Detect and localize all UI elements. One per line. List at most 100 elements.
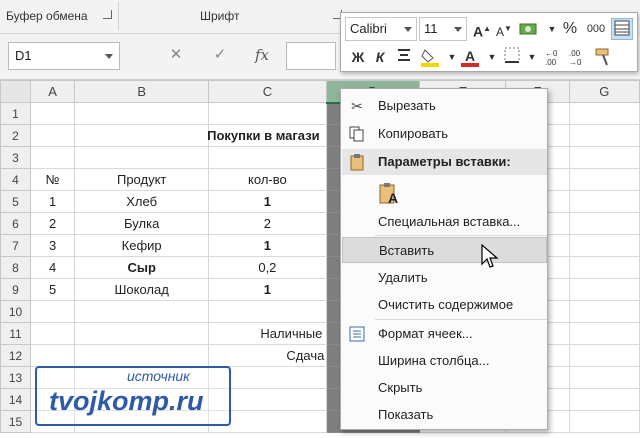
row-header[interactable]: 7 bbox=[0, 234, 31, 257]
cell[interactable] bbox=[568, 366, 640, 389]
clipboard-dialog-launcher-icon[interactable] bbox=[103, 10, 112, 19]
column-header-c[interactable]: C bbox=[208, 80, 327, 103]
cell[interactable]: Сдача bbox=[208, 344, 327, 367]
item-num[interactable]: 2 bbox=[29, 212, 76, 235]
check-icon[interactable]: ✓ bbox=[208, 44, 232, 66]
cell[interactable] bbox=[74, 322, 210, 345]
cell[interactable] bbox=[74, 124, 210, 147]
menu-item-hide[interactable]: Скрыть bbox=[342, 375, 547, 401]
cell[interactable] bbox=[74, 344, 210, 367]
cell[interactable]: Наличные bbox=[208, 322, 327, 345]
row-header[interactable]: 12 bbox=[0, 344, 31, 367]
format-painter-button[interactable] bbox=[593, 46, 615, 68]
row-header[interactable]: 2 bbox=[0, 124, 31, 147]
shrink-font-button[interactable]: A▼ bbox=[493, 18, 515, 40]
paste-option-button[interactable]: A bbox=[375, 177, 405, 209]
cell[interactable] bbox=[74, 102, 210, 125]
item-product[interactable]: Сыр bbox=[74, 256, 210, 279]
item-qty[interactable]: 1 bbox=[208, 190, 327, 213]
row-header[interactable]: 3 bbox=[0, 146, 31, 169]
cell[interactable] bbox=[29, 322, 76, 345]
cell[interactable] bbox=[568, 212, 640, 235]
percent-style-button[interactable]: % bbox=[559, 18, 581, 40]
menu-item-unhide[interactable]: Показать bbox=[342, 402, 547, 428]
column-header-b[interactable]: B bbox=[74, 80, 210, 103]
cell[interactable] bbox=[568, 256, 640, 279]
accounting-format-button[interactable] bbox=[517, 18, 539, 40]
cell[interactable] bbox=[568, 146, 640, 169]
cell[interactable] bbox=[568, 322, 640, 345]
item-num[interactable]: 3 bbox=[29, 234, 76, 257]
menu-item-paste-special[interactable]: Специальная вставка... bbox=[342, 209, 547, 235]
menu-item-format-cells[interactable]: Формат ячеек... bbox=[342, 321, 547, 347]
grow-font-button[interactable]: A▲ bbox=[471, 18, 493, 40]
item-product[interactable]: Шоколад bbox=[74, 278, 210, 301]
cell[interactable] bbox=[29, 124, 76, 147]
formula-input[interactable] bbox=[286, 42, 336, 70]
row-header[interactable]: 8 bbox=[0, 256, 31, 279]
menu-item-delete[interactable]: Удалить bbox=[342, 265, 547, 291]
cell[interactable] bbox=[568, 388, 640, 411]
header-qty[interactable]: кол-во bbox=[208, 168, 327, 191]
column-header-g[interactable]: G bbox=[568, 80, 640, 103]
font-name-select[interactable]: Calibri bbox=[345, 17, 417, 41]
cell[interactable] bbox=[208, 300, 327, 323]
row-header[interactable]: 6 bbox=[0, 212, 31, 235]
fill-color-button[interactable] bbox=[419, 46, 441, 68]
item-qty[interactable]: 1 bbox=[208, 278, 327, 301]
cell[interactable] bbox=[568, 190, 640, 213]
row-header[interactable]: 11 bbox=[0, 322, 31, 345]
item-num[interactable]: 1 bbox=[29, 190, 76, 213]
cell[interactable] bbox=[568, 124, 640, 147]
item-qty[interactable]: 0,2 bbox=[208, 256, 327, 279]
cell[interactable] bbox=[568, 278, 640, 301]
cell[interactable] bbox=[29, 102, 76, 125]
column-header-a[interactable]: A bbox=[29, 80, 76, 103]
menu-item-column-width[interactable]: Ширина столбца... bbox=[342, 348, 547, 374]
close-icon[interactable]: ✕ bbox=[164, 44, 188, 66]
select-all-corner[interactable] bbox=[0, 80, 31, 103]
cell[interactable] bbox=[568, 234, 640, 257]
row-header[interactable]: 4 bbox=[0, 168, 31, 191]
item-product[interactable]: Хлеб bbox=[74, 190, 210, 213]
chevron-down-icon[interactable] bbox=[404, 27, 412, 32]
cell[interactable] bbox=[568, 410, 640, 433]
cell[interactable] bbox=[74, 146, 210, 169]
cell[interactable] bbox=[568, 168, 640, 191]
name-box[interactable]: D1 bbox=[8, 42, 120, 70]
cell[interactable] bbox=[29, 344, 76, 367]
row-header[interactable]: 13 bbox=[0, 366, 31, 389]
decrease-decimal-button[interactable]: .00 →0 bbox=[567, 46, 589, 68]
cell[interactable] bbox=[74, 300, 210, 323]
increase-decimal-button[interactable]: ←0.00 bbox=[543, 46, 565, 68]
row-header[interactable]: 10 bbox=[0, 300, 31, 323]
cell[interactable] bbox=[568, 102, 640, 125]
cell[interactable] bbox=[568, 344, 640, 367]
row-header[interactable]: 9 bbox=[0, 278, 31, 301]
item-product[interactable]: Булка bbox=[74, 212, 210, 235]
menu-item-clear-contents[interactable]: Очистить содержимое bbox=[342, 292, 547, 318]
cell[interactable]: Покупки в магази bbox=[207, 124, 327, 147]
row-header[interactable]: 1 bbox=[0, 102, 31, 125]
item-qty[interactable]: 2 bbox=[208, 212, 327, 235]
cell[interactable] bbox=[208, 146, 327, 169]
row-header[interactable]: 15 bbox=[0, 410, 31, 433]
header-product[interactable]: Продукт bbox=[74, 168, 210, 191]
item-num[interactable]: 4 bbox=[29, 256, 76, 279]
format-table-button[interactable] bbox=[611, 18, 633, 40]
insert-function-button[interactable]: fx bbox=[250, 44, 274, 66]
item-qty[interactable]: 1 bbox=[208, 234, 327, 257]
chevron-down-icon[interactable]: ▼ bbox=[521, 46, 543, 68]
borders-button[interactable] bbox=[501, 46, 523, 68]
menu-item-cut[interactable]: ✂ Вырезать bbox=[342, 93, 547, 119]
font-size-select[interactable]: 11 bbox=[419, 17, 467, 41]
align-center-button[interactable] bbox=[393, 46, 415, 68]
chevron-down-icon[interactable]: ▼ bbox=[481, 46, 503, 68]
font-color-button[interactable]: A bbox=[459, 46, 481, 68]
row-header[interactable]: 5 bbox=[0, 190, 31, 213]
row-header[interactable]: 14 bbox=[0, 388, 31, 411]
italic-button[interactable]: К bbox=[369, 46, 391, 68]
cell[interactable] bbox=[29, 300, 76, 323]
chevron-down-icon[interactable] bbox=[105, 54, 113, 59]
comma-style-button[interactable]: 000 bbox=[585, 18, 607, 40]
